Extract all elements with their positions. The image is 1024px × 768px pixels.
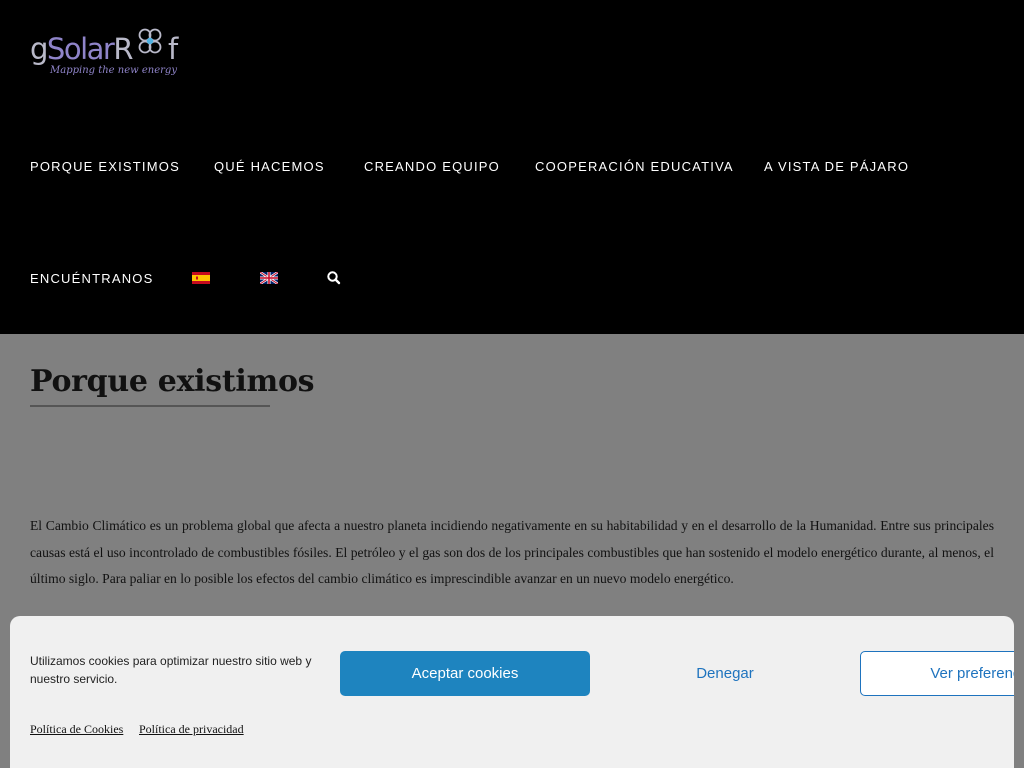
logo-tagline: Mapping the new energy — [50, 65, 177, 76]
cookie-message: Utilizamos cookies para optimizar nuestr… — [30, 654, 312, 686]
logo-wordmark: gSolarR — [30, 32, 133, 66]
site-header: gSolarR f Mapping the new energy PORQUE … — [0, 0, 1024, 334]
cookie-banner: Utilizamos cookies para optimizar nuestr… — [10, 616, 1014, 768]
privacy-policy-link[interactable]: Política de privacidad — [139, 722, 244, 737]
nav-item-a-vista-de-pajaro[interactable]: A VISTA DE PÁJARO — [764, 159, 909, 175]
spain-flag-icon[interactable] — [192, 272, 210, 284]
logo-flower-icon — [138, 28, 162, 54]
nav-item-cooperacion-educativa[interactable]: COOPERACIÓN EDUCATIVA — [535, 159, 734, 175]
nav-item-porque-existimos[interactable]: PORQUE EXISTIMOS — [30, 159, 180, 175]
intro-paragraph: El Cambio Climático es un problema globa… — [30, 518, 994, 587]
accept-cookies-button[interactable]: Aceptar cookies — [340, 651, 590, 696]
nav-item-creando-equipo[interactable]: CREANDO EQUIPO — [364, 159, 500, 175]
cookie-policy-link[interactable]: Política de Cookies — [30, 722, 123, 737]
page-title: Porque existimos — [30, 364, 315, 399]
uk-flag-icon[interactable] — [260, 272, 278, 284]
view-preferences-button[interactable]: Ver preferencias — [860, 651, 1014, 696]
site-logo[interactable]: gSolarR f Mapping the new energy — [30, 28, 190, 82]
title-underline — [30, 405, 270, 407]
logo-wordmark-end: f — [168, 32, 179, 66]
deny-cookies-button[interactable]: Denegar — [600, 651, 850, 696]
nav-item-que-hacemos[interactable]: QUÉ HACEMOS — [214, 159, 325, 175]
nav-item-encuentranos[interactable]: ENCUÉNTRANOS — [30, 271, 153, 287]
search-icon[interactable] — [326, 270, 342, 286]
